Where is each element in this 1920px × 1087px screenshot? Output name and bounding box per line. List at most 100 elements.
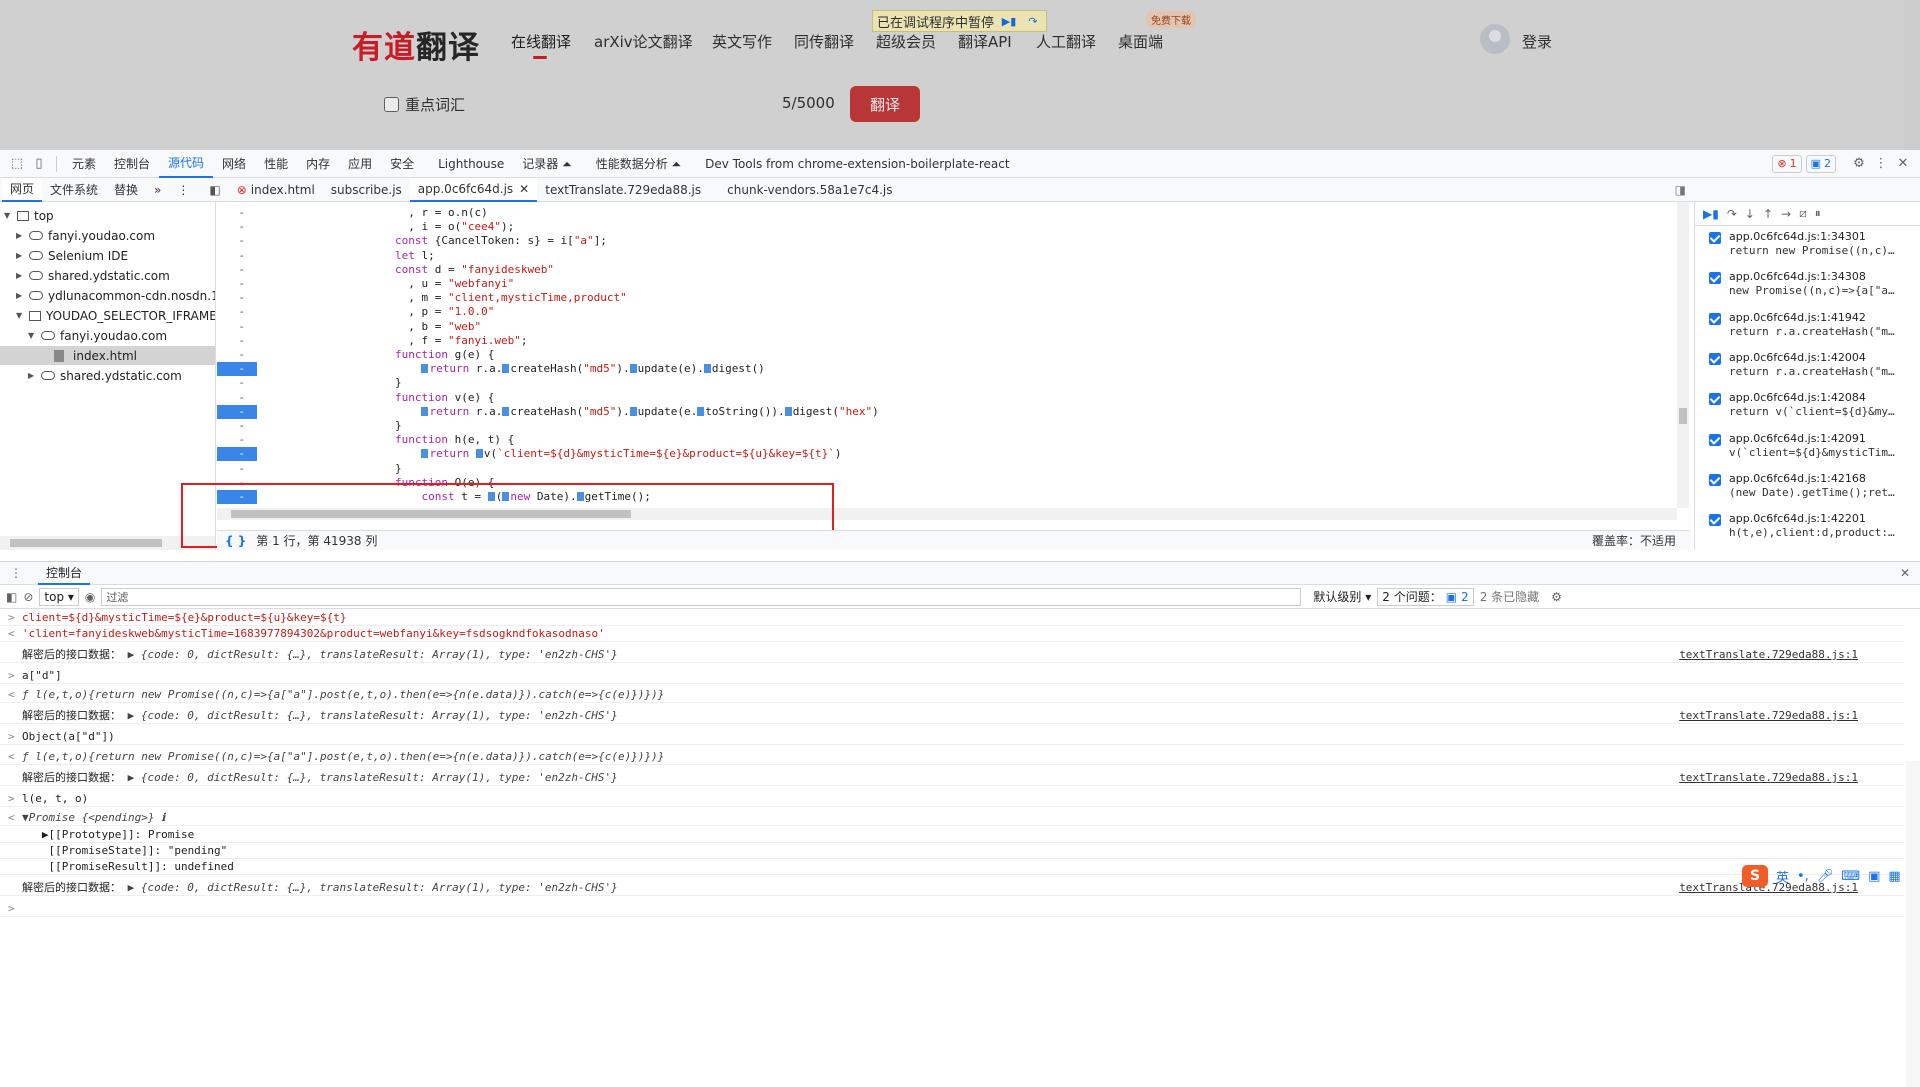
code-line[interactable]: - function v(e) { bbox=[217, 391, 1677, 405]
breakpoint-marker[interactable]: - bbox=[217, 362, 257, 377]
scroll-thumb[interactable] bbox=[1679, 408, 1687, 424]
code-line[interactable]: - , i = o("cee4"); bbox=[217, 220, 1677, 234]
code-line[interactable]: - function h(e, t) { bbox=[217, 433, 1677, 447]
line-gutter[interactable]: - bbox=[217, 320, 257, 334]
issues-badge[interactable]: ▣ 2 bbox=[1805, 154, 1836, 173]
tab-perf-insights[interactable]: 性能数据分析 ⏶ bbox=[587, 150, 690, 178]
page-scrollbar[interactable] bbox=[1904, 0, 1920, 150]
console-message[interactable]: > Object(a["d"]) bbox=[0, 729, 1904, 745]
tree-item-ydluna[interactable]: ▶ ydlunacommon-cdn.nosdn.127. bbox=[16, 286, 215, 305]
breakpoint-item[interactable]: app.0c6fc64d.js:1:42091 v(`client=${d}&my… bbox=[1709, 432, 1909, 472]
breakpoint-marker[interactable]: - bbox=[217, 404, 257, 419]
breakpoint-checkbox[interactable] bbox=[1709, 272, 1721, 285]
avatar[interactable] bbox=[1480, 24, 1510, 54]
code-line[interactable]: - , u = "webfanyi" bbox=[217, 277, 1677, 291]
console-message[interactable]: > a["d"] bbox=[0, 668, 1904, 684]
close-tab-icon[interactable]: ✕ bbox=[519, 182, 529, 196]
tab-memory[interactable]: 内存 bbox=[297, 150, 339, 178]
log-level-select[interactable]: 默认级别 ▾ bbox=[1313, 588, 1371, 605]
scroll-thumb[interactable] bbox=[231, 510, 631, 518]
keyword-checkbox[interactable] bbox=[384, 97, 399, 112]
file-tab-chunk-vendors[interactable]: chunk-vendors.58a1e7c4.js bbox=[719, 178, 900, 202]
code-line[interactable]: - const d = "fanyideskweb" bbox=[217, 263, 1677, 277]
more-tabs-icon[interactable]: » bbox=[146, 178, 169, 202]
nav-desktop[interactable]: 桌面端 bbox=[1118, 31, 1163, 52]
line-gutter[interactable]: - bbox=[217, 234, 257, 248]
line-gutter[interactable]: - bbox=[217, 263, 257, 277]
console-message[interactable]: > client=${d}&mysticTime=${e}&product=${u… bbox=[0, 610, 1904, 626]
line-gutter[interactable]: - bbox=[217, 249, 257, 263]
console-message[interactable]: [[PromiseState]]: "pending" bbox=[0, 843, 1904, 859]
line-gutter[interactable]: - bbox=[217, 462, 257, 476]
code-line[interactable]: - let l; bbox=[217, 249, 1677, 263]
breakpoint-checkbox[interactable] bbox=[1709, 352, 1721, 365]
nav-simultaneous[interactable]: 同传翻译 bbox=[794, 31, 854, 52]
pause-on-exceptions-icon[interactable]: ⏸ bbox=[1815, 206, 1821, 221]
tree-item-selenium[interactable]: ▶ Selenium IDE bbox=[16, 246, 128, 265]
code-editor[interactable]: - , r = o.n(c) - , i = o("cee4"); - const … bbox=[217, 202, 1690, 550]
ime-punct-icon[interactable]: •, bbox=[1797, 869, 1809, 884]
more-menu-icon[interactable]: ⋮ bbox=[1870, 153, 1892, 175]
code-line[interactable]: - return v(`client=${d}&mysticTime=${e}&… bbox=[217, 447, 1677, 462]
nav-vip[interactable]: 超级会员 bbox=[876, 31, 936, 52]
breakpoint-checkbox[interactable] bbox=[1709, 473, 1721, 486]
ime-grid-icon[interactable]: ▦ bbox=[1888, 869, 1900, 884]
line-gutter[interactable]: - bbox=[217, 348, 257, 362]
nav-arxiv[interactable]: arXiv论文翻译 bbox=[594, 31, 693, 52]
toggle-debugger-icon[interactable]: ◨ bbox=[1667, 178, 1694, 202]
tree-item-iframe-shared[interactable]: ▶ shared.ydstatic.com bbox=[28, 366, 182, 385]
breakpoint-item[interactable]: app.0c6fc64d.js:1:42004 return r.a.create… bbox=[1709, 351, 1909, 391]
ime-keyboard-icon[interactable]: ⌨ bbox=[1841, 869, 1860, 884]
editor-hscrollbar[interactable] bbox=[217, 508, 1677, 520]
close-drawer-icon[interactable]: ✕ bbox=[1900, 566, 1910, 580]
tab-application[interactable]: 应用 bbox=[339, 150, 381, 178]
ime-lang-toggle[interactable]: 英 bbox=[1776, 867, 1789, 886]
breakpoint-item[interactable]: app.0c6fc64d.js:1:42168 (new Date).getTim… bbox=[1709, 472, 1909, 512]
tab-network[interactable]: 网络 bbox=[213, 150, 255, 178]
breakpoint-marker[interactable]: - bbox=[217, 490, 257, 504]
step-icon[interactable]: → bbox=[1781, 207, 1791, 221]
tree-item-index-html[interactable]: index.html bbox=[0, 346, 215, 365]
pretty-print-icon[interactable]: { } bbox=[225, 534, 246, 548]
tab-sources[interactable]: 源代码 bbox=[159, 150, 214, 178]
console-message[interactable]: > l(e, t, o) bbox=[0, 791, 1904, 807]
device-toolbar-icon[interactable]: ▯ bbox=[28, 153, 50, 175]
translate-button[interactable]: 翻译 bbox=[850, 86, 920, 122]
close-devtools-icon[interactable]: ✕ bbox=[1892, 153, 1914, 175]
navigator-hscrollbar[interactable] bbox=[0, 536, 215, 550]
tree-item-shared[interactable]: ▶ shared.ydstatic.com bbox=[16, 266, 170, 285]
console-filter-input[interactable]: 过滤 bbox=[101, 587, 1302, 606]
breakpoint-checkbox[interactable] bbox=[1709, 514, 1721, 527]
console-message[interactable]: 解密后的接口数据： ▶ {code: 0, dictResult: {…}, t… bbox=[0, 880, 1904, 896]
code-line[interactable]: - , r = o.n(c) bbox=[217, 206, 1677, 220]
code-line[interactable]: - const t = (new Date). getTime(); bbox=[217, 490, 1677, 504]
code-line[interactable]: - function g(e) { bbox=[217, 348, 1677, 362]
tab-lighthouse[interactable]: Lighthouse bbox=[429, 150, 513, 178]
step-into-icon[interactable]: ↓ bbox=[1745, 207, 1755, 221]
deactivate-breakpoints-icon[interactable]: ⧄ bbox=[1799, 206, 1807, 221]
breakpoint-item[interactable]: app.0c6fc64d.js:1:34308 new Promise((n,c)… bbox=[1709, 270, 1909, 310]
keyword-toggle[interactable]: 重点词汇 bbox=[384, 94, 465, 115]
nav-human-translate[interactable]: 人工翻译 bbox=[1036, 31, 1096, 52]
nav-tab-overrides[interactable]: 替换 bbox=[106, 178, 146, 202]
nav-english-writing[interactable]: 英文写作 bbox=[712, 31, 772, 52]
console-message[interactable]: 解密后的接口数据： ▶ {code: 0, dictResult: {…}, t… bbox=[0, 708, 1904, 724]
clear-console-icon[interactable]: ⊘ bbox=[23, 590, 33, 604]
nav-menu-icon[interactable]: ⋮ bbox=[169, 178, 197, 202]
code-line[interactable]: - , m = "client,mysticTime,product" bbox=[217, 291, 1677, 305]
console-settings-gear-icon[interactable]: ⚙ bbox=[1551, 590, 1562, 604]
file-tab-app[interactable]: app.0c6fc64d.js ✕ bbox=[409, 177, 538, 202]
nav-tab-filesystem[interactable]: 文件系统 bbox=[42, 178, 106, 202]
console-message[interactable]: 解密后的接口数据： ▶ {code: 0, dictResult: {…}, t… bbox=[0, 770, 1904, 786]
tree-item-fanyi[interactable]: ▶ fanyi.youdao.com bbox=[16, 226, 155, 245]
breakpoint-checkbox[interactable] bbox=[1709, 393, 1721, 406]
tab-performance[interactable]: 性能 bbox=[255, 150, 297, 178]
nav-api[interactable]: 翻译API bbox=[958, 31, 1012, 52]
line-gutter[interactable]: - bbox=[217, 277, 257, 291]
code-line[interactable]: - return r.a. createHash("md5"). update(e)… bbox=[217, 362, 1677, 377]
login-link[interactable]: 登录 bbox=[1522, 31, 1552, 52]
tree-item-top[interactable]: ▼ top bbox=[4, 206, 54, 225]
line-gutter[interactable]: - bbox=[217, 206, 257, 220]
console-message[interactable]: < ƒ l(e,t,o){return new Promise((n,c)=>{a… bbox=[0, 749, 1904, 765]
resume-icon[interactable]: ▶▮ bbox=[1703, 207, 1719, 221]
